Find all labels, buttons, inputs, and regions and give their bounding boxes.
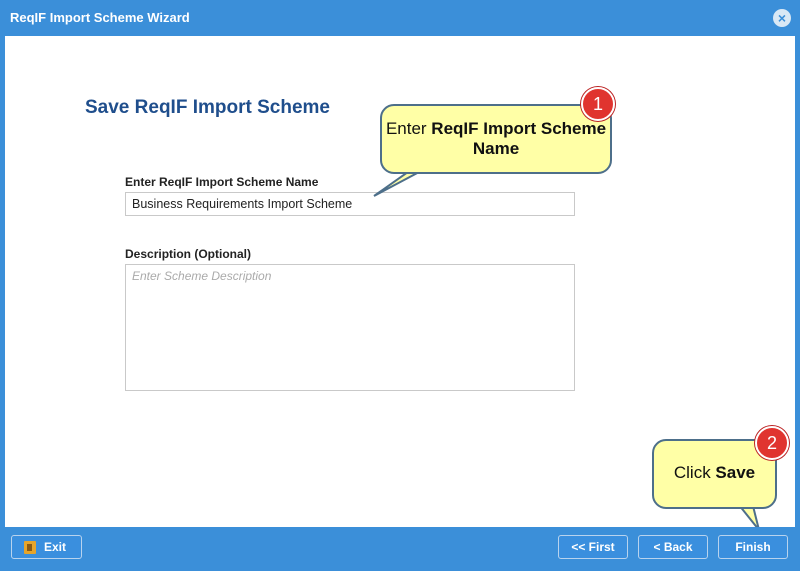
callout-2-bold: Save (715, 463, 756, 482)
callout-2-prefix: Click (673, 463, 716, 482)
scheme-name-label: Enter ReqIF Import Scheme Name (125, 175, 319, 189)
close-icon[interactable]: × (773, 9, 791, 27)
first-button[interactable]: << First (558, 535, 628, 559)
scheme-name-input[interactable] (125, 192, 575, 216)
exit-label: Exit (44, 540, 67, 554)
wizard-footer: Exit << First < Back Finish (0, 527, 800, 571)
back-button[interactable]: < Back (638, 535, 708, 559)
callout-1: Enter ReqIF Import Scheme Name (380, 104, 612, 174)
title-bar: ReqIF Import Scheme Wizard × (0, 0, 800, 36)
exit-button[interactable]: Exit (11, 535, 82, 559)
description-textarea[interactable]: Enter Scheme Description (125, 264, 575, 391)
step-1-badge: 1 (581, 87, 615, 121)
exit-door-icon (24, 541, 36, 555)
finish-button[interactable]: Finish (718, 535, 788, 559)
callout-1-bold: ReqIF Import Scheme Name (431, 119, 607, 158)
step-2-badge: 2 (755, 426, 789, 460)
callout-1-prefix: Enter (385, 119, 432, 138)
wizard-window: ReqIF Import Scheme Wizard × Save ReqIF … (0, 0, 800, 571)
window-title: ReqIF Import Scheme Wizard (10, 10, 190, 25)
description-label: Description (Optional) (125, 247, 251, 261)
page-title: Save ReqIF Import Scheme (85, 97, 330, 118)
